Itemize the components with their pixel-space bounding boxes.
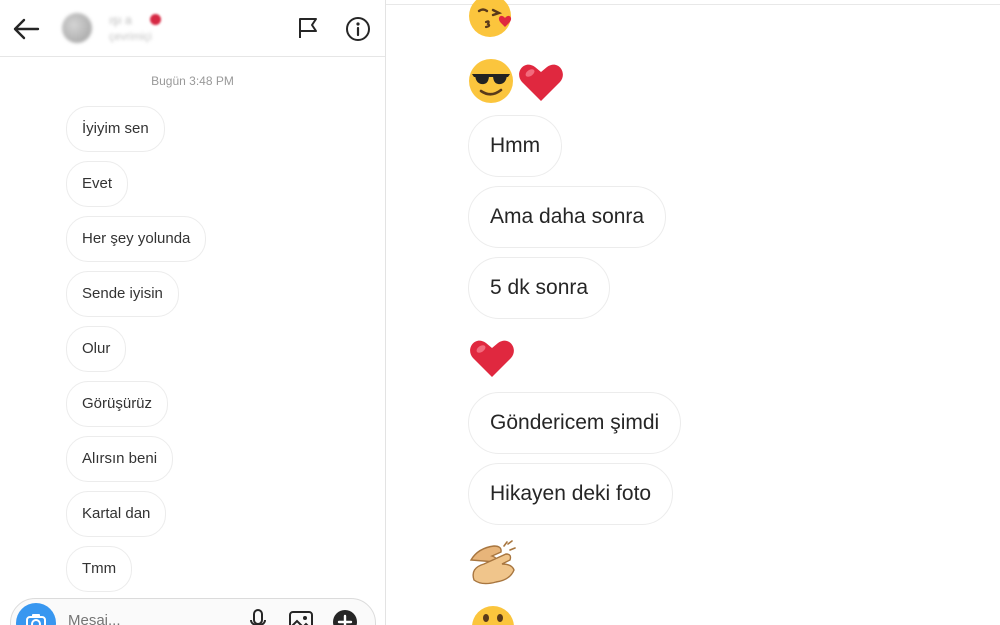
chat-timestamp: Bugün 3:48 PM [151,74,234,88]
message-bubble[interactable]: Evet [66,161,129,207]
clapping-hands-emoji[interactable] [468,540,518,586]
message-bubble[interactable]: Tmm [66,546,133,592]
message-bubble[interactable]: İyiyim sen [66,106,165,152]
smiling-face-emoji[interactable] [470,604,516,625]
chat-header: ışı a çevrimiçi [0,0,385,57]
camera-icon [26,614,46,625]
contact-status: çevrimiçi [109,31,152,43]
flag-icon[interactable] [296,16,320,40]
red-heart-emoji[interactable] [468,338,516,378]
kissing-face-emoji[interactable] [468,0,516,40]
avatar[interactable] [62,13,92,43]
contact-name[interactable]: ışı a [109,13,132,27]
message-input[interactable] [66,611,240,625]
message-bubble[interactable]: Hmm [468,115,563,177]
plus-icon[interactable] [332,609,358,625]
smiling-face-with-sunglasses-emoji[interactable] [468,58,514,104]
message-bubble[interactable]: Hikayen deki foto [468,463,674,525]
left-chat-panel: ışı a çevrimiçi Bugün 3:48 PM İyiyim sen… [0,0,386,625]
camera-button[interactable] [16,603,56,625]
message-bubble[interactable]: Göndericem şimdi [468,392,682,454]
arrow-left-icon[interactable] [10,16,42,42]
message-composer [10,598,376,625]
info-icon[interactable] [345,16,371,42]
red-heart-emoji[interactable] [517,62,565,102]
message-bubble[interactable]: Sende iyisin [66,271,179,317]
message-bubble[interactable]: 5 dk sonra [468,257,611,319]
microphone-icon[interactable] [248,609,268,625]
gallery-icon[interactable] [289,611,313,625]
contact-name-emoji [150,14,161,25]
message-bubble[interactable]: Her şey yolunda [66,216,207,262]
message-bubble[interactable]: Alırsın beni [66,436,174,482]
message-bubble[interactable]: Görüşürüz [66,381,169,427]
message-bubble[interactable]: Olur [66,326,127,372]
right-chat-panel: Hmm Ama daha sonra 5 dk sonra Göndericem… [386,0,1000,625]
message-bubble[interactable]: Ama daha sonra [468,186,667,248]
message-bubble[interactable]: Kartal dan [66,491,167,537]
